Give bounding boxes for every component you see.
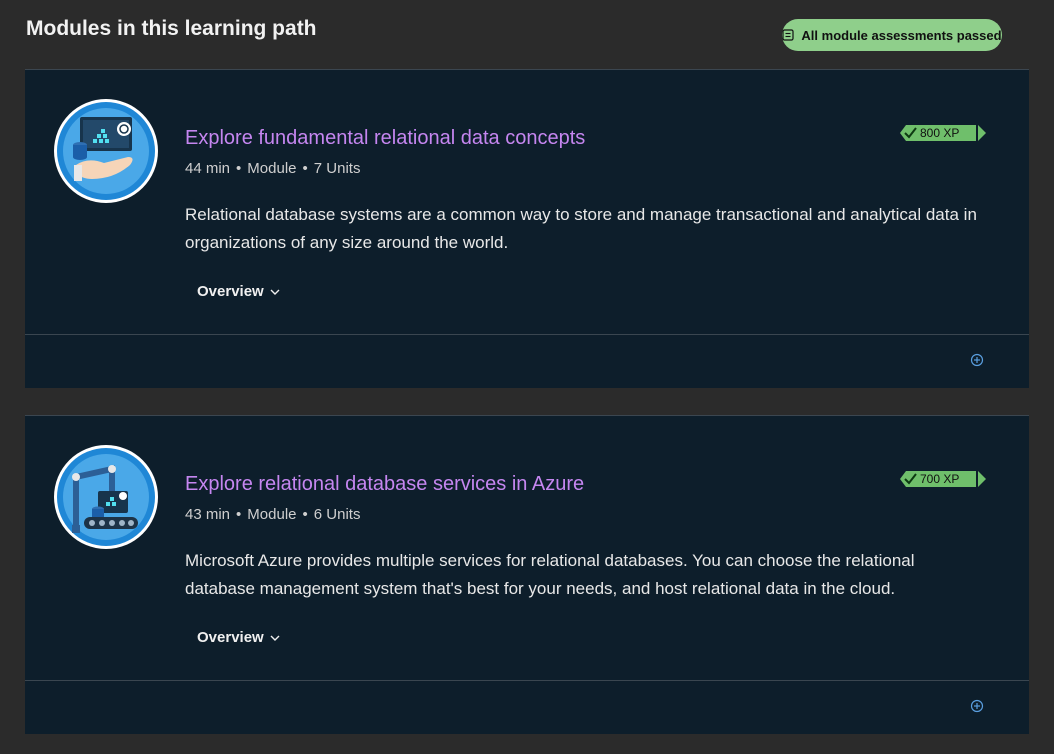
meta-separator: • (236, 506, 242, 523)
module-type: Module (247, 160, 297, 177)
module-type: Module (247, 506, 297, 523)
add-icon[interactable] (970, 699, 984, 713)
database-hand-icon (57, 102, 155, 200)
overview-toggle[interactable]: Overview (197, 629, 280, 646)
chevron-down-icon (270, 289, 280, 295)
robot-arm-database-icon (57, 448, 155, 546)
module-card: Explore fundamental relational data conc… (25, 69, 1029, 388)
meta-separator: • (302, 160, 308, 177)
overview-toggle[interactable]: Overview (197, 283, 280, 300)
xp-badge: 700 XP (900, 469, 988, 489)
meta-separator: • (302, 506, 308, 523)
module-units: 7 Units (313, 160, 361, 177)
module-meta: 44 min • Module • 7 Units (185, 160, 360, 177)
section-header: Modules in this learning path All module… (0, 0, 1054, 70)
xp-label: 800 XP (920, 126, 960, 140)
add-icon[interactable] (970, 353, 984, 367)
page-title: Modules in this learning path (26, 17, 317, 40)
module-thumbnail (54, 99, 158, 203)
module-description: Microsoft Azure provides multiple servic… (185, 551, 915, 598)
card-divider (25, 680, 1029, 681)
assessment-icon (782, 29, 795, 41)
chevron-down-icon (270, 635, 280, 641)
module-thumbnail (54, 445, 158, 549)
module-units: 6 Units (313, 506, 361, 523)
module-meta: 43 min • Module • 6 Units (185, 506, 360, 523)
xp-label: 700 XP (920, 472, 960, 486)
overview-label: Overview (197, 629, 264, 646)
module-card: Explore relational database services in … (25, 415, 1029, 734)
meta-separator: • (236, 160, 242, 177)
card-divider (25, 334, 1029, 335)
xp-badge: 800 XP (900, 123, 988, 143)
status-badge: All module assessments passed (782, 19, 1002, 51)
module-duration: 44 min (185, 160, 231, 177)
module-title-link[interactable]: Explore fundamental relational data conc… (185, 127, 585, 150)
overview-label: Overview (197, 283, 264, 300)
module-title-link[interactable]: Explore relational database services in … (185, 473, 584, 496)
status-badge-label: All module assessments passed (801, 27, 1002, 43)
module-duration: 43 min (185, 506, 231, 523)
module-description: Relational database systems are a common… (185, 205, 977, 252)
